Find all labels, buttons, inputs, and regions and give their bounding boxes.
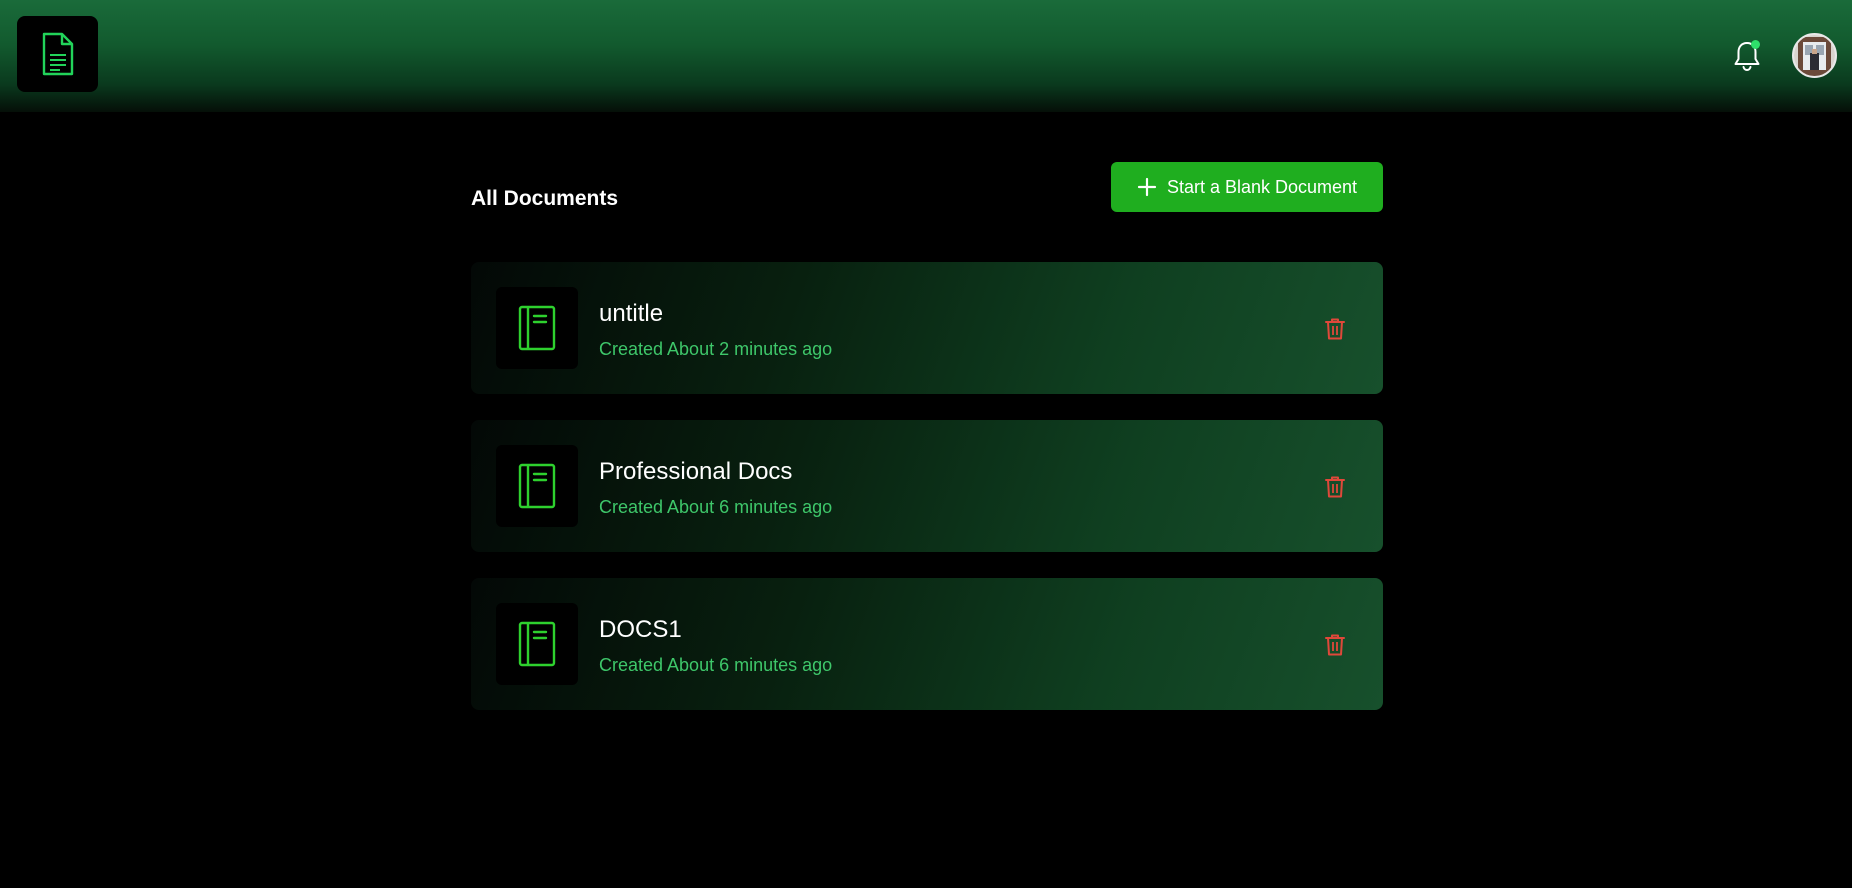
document-thumbnail — [496, 287, 578, 369]
document-title[interactable]: untitle — [599, 300, 663, 328]
document-created-time: Created About 2 minutes ago — [599, 339, 833, 359]
document-created-time: Created About 6 minutes ago — [599, 497, 833, 517]
notebook-icon — [518, 621, 556, 667]
document-list: untitle Created About 2 minutes ago Prof… — [471, 262, 1383, 736]
avatar[interactable] — [1792, 33, 1837, 78]
top-bar — [0, 0, 1852, 112]
trash-icon — [1325, 634, 1345, 656]
document-card[interactable]: untitle Created About 2 minutes ago — [471, 262, 1383, 394]
app-logo[interactable] — [17, 16, 98, 92]
document-title[interactable]: Professional Docs — [599, 458, 792, 486]
trash-icon — [1325, 476, 1345, 498]
section-title: All Documents — [471, 187, 619, 210]
plus-icon — [1137, 177, 1157, 197]
document-icon — [42, 32, 73, 76]
document-thumbnail — [496, 603, 578, 685]
document-created-time: Created About 6 minutes ago — [599, 655, 833, 675]
notification-dot — [1751, 40, 1760, 49]
delete-document-button[interactable] — [1323, 474, 1347, 500]
avatar-image — [1794, 35, 1835, 76]
start-blank-document-label: Start a Blank Document — [1166, 176, 1358, 197]
notebook-icon — [518, 305, 556, 351]
notifications-button[interactable] — [1731, 38, 1763, 74]
notebook-icon — [518, 463, 556, 509]
document-thumbnail — [496, 445, 578, 527]
document-title[interactable]: DOCS1 — [599, 616, 682, 644]
start-blank-document-button[interactable]: Start a Blank Document — [1111, 162, 1383, 212]
document-card[interactable]: Professional Docs Created About 6 minute… — [471, 420, 1383, 552]
trash-icon — [1325, 318, 1345, 340]
document-card[interactable]: DOCS1 Created About 6 minutes ago — [471, 578, 1383, 710]
delete-document-button[interactable] — [1323, 316, 1347, 342]
delete-document-button[interactable] — [1323, 632, 1347, 658]
